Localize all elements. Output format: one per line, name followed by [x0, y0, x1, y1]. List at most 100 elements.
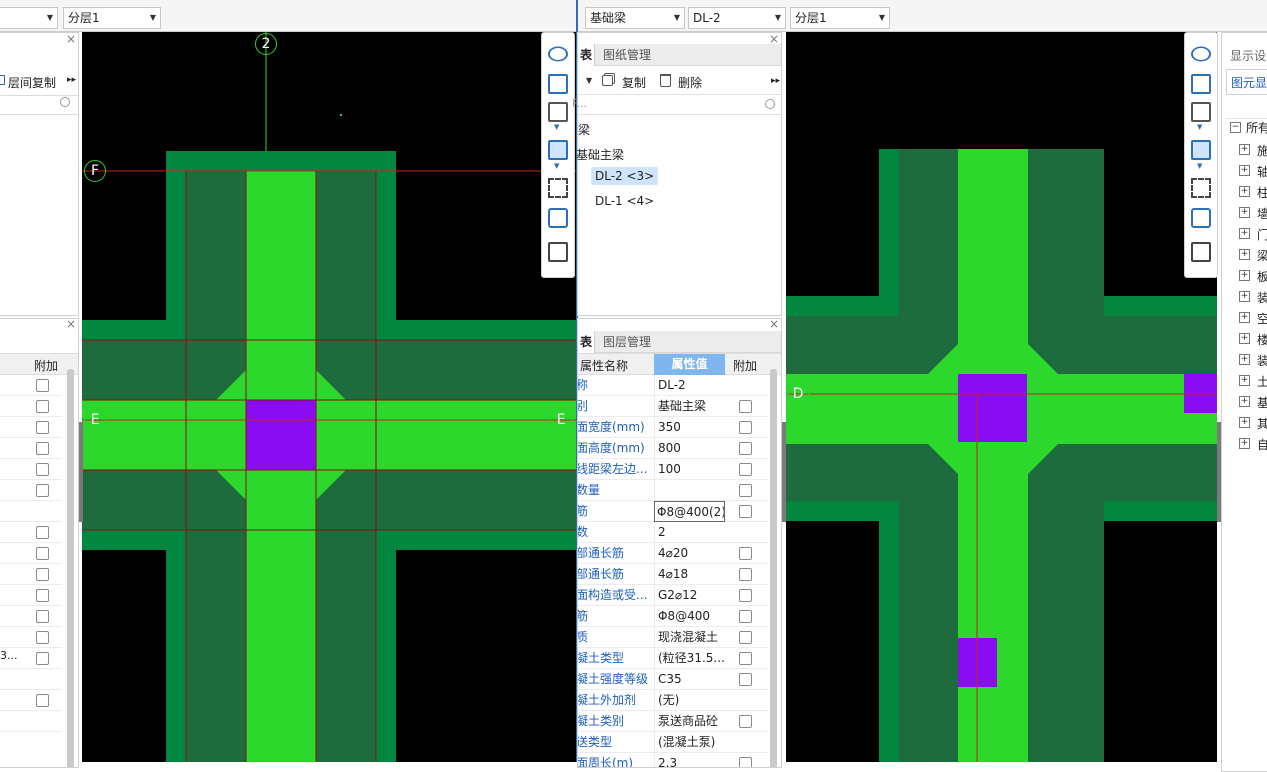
- property-value[interactable]: DL-2: [654, 375, 725, 396]
- 3d-view-icon[interactable]: [1191, 74, 1211, 94]
- tree-item-dl-1[interactable]: DL-1 <4>: [595, 194, 654, 208]
- display-tree-item[interactable]: 土: [1257, 373, 1267, 390]
- display-tree-item[interactable]: 轴: [1257, 163, 1267, 180]
- property-row[interactable]: 面高度(mm) 800: [578, 438, 768, 459]
- dropdown-arrow-icon[interactable]: ▼: [554, 123, 559, 131]
- add-checkbox[interactable]: [36, 694, 49, 707]
- add-checkbox[interactable]: [739, 652, 752, 665]
- property-value[interactable]: [654, 480, 725, 501]
- 3d-view-icon[interactable]: [548, 74, 568, 94]
- tree-item-beam[interactable]: 梁: [578, 121, 590, 138]
- top-view-icon[interactable]: [1191, 102, 1211, 122]
- close-icon[interactable]: ×: [66, 319, 76, 331]
- display-search-input[interactable]: [1226, 99, 1267, 119]
- property-value[interactable]: 100: [654, 459, 725, 480]
- property-row[interactable]: 凝土强度等级 C35: [578, 669, 768, 690]
- delete-button[interactable]: 删除: [678, 74, 702, 91]
- property-row[interactable]: 凝土类别 泵送商品砼: [578, 711, 768, 732]
- add-checkbox[interactable]: [36, 547, 49, 560]
- property-row[interactable]: 称 DL-2: [578, 375, 768, 396]
- property-value[interactable]: 4⌀18: [654, 564, 725, 585]
- add-checkbox[interactable]: [36, 442, 49, 455]
- expand-icon[interactable]: +: [1239, 375, 1250, 386]
- add-checkbox[interactable]: [739, 568, 752, 581]
- expand-icon[interactable]: +: [1239, 312, 1250, 323]
- add-checkbox[interactable]: [739, 631, 752, 644]
- display-tree-item[interactable]: 墙: [1257, 205, 1267, 222]
- display-settings-icon[interactable]: [548, 242, 568, 262]
- display-tree-item[interactable]: 其: [1257, 415, 1267, 432]
- properties-scrollbar[interactable]: [770, 369, 777, 767]
- display-tree-item[interactable]: 梁: [1257, 247, 1267, 264]
- dropdown-arrow-icon[interactable]: ▼: [554, 162, 559, 170]
- display-tree-item[interactable]: 板: [1257, 268, 1267, 285]
- tree-item-foundation-main-beam[interactable]: 基础主梁: [576, 146, 624, 163]
- property-value[interactable]: C35: [654, 669, 725, 690]
- expand-icon[interactable]: +: [1239, 207, 1250, 218]
- display-tree-item[interactable]: 基: [1257, 394, 1267, 411]
- property-row[interactable]: 数2: [578, 522, 768, 543]
- property-value[interactable]: (混凝土泵): [654, 732, 725, 753]
- tab-component-list[interactable]: 表: [578, 44, 595, 66]
- more-icon[interactable]: ▸▸: [67, 75, 76, 85]
- add-checkbox[interactable]: [739, 505, 752, 518]
- orbit-icon[interactable]: [1191, 46, 1211, 62]
- add-checkbox[interactable]: [36, 484, 49, 497]
- collapse-icon[interactable]: −: [1230, 122, 1241, 133]
- top-view-icon[interactable]: [548, 102, 568, 122]
- property-row[interactable]: 面周长(m) 2.3: [578, 753, 768, 767]
- axis-label-d[interactable]: D: [787, 383, 809, 405]
- property-value[interactable]: 2: [654, 522, 725, 543]
- expand-icon[interactable]: +: [1239, 165, 1250, 176]
- copy-between-floors-button[interactable]: 层间复制: [0, 74, 56, 91]
- property-row[interactable]: 数量: [578, 480, 768, 501]
- display-tree-item[interactable]: 柱: [1257, 184, 1267, 201]
- face-view-icon[interactable]: [548, 140, 568, 160]
- expand-icon[interactable]: +: [1239, 333, 1250, 344]
- display-settings-icon[interactable]: [1191, 242, 1211, 262]
- property-value[interactable]: 2.3: [654, 753, 725, 767]
- dropdown-arrow-icon[interactable]: ▼: [1197, 162, 1202, 170]
- tab-drawing-management[interactable]: 图纸管理: [594, 44, 659, 66]
- search-icon[interactable]: [60, 97, 70, 107]
- property-value[interactable]: 基础主梁: [654, 396, 725, 417]
- add-checkbox[interactable]: [36, 652, 49, 665]
- add-checkbox[interactable]: [36, 379, 49, 392]
- axis-label-e-right[interactable]: E: [550, 409, 572, 431]
- add-checkbox[interactable]: [739, 757, 752, 767]
- property-value[interactable]: 800: [654, 438, 725, 459]
- property-value[interactable]: 泵送商品砼: [654, 711, 725, 732]
- tab-element-display[interactable]: 图元显: [1226, 69, 1267, 95]
- dropdown-arrow-icon[interactable]: ▼: [586, 76, 592, 85]
- category-select[interactable]: 基础梁 ▼: [585, 7, 685, 29]
- splitter-handle[interactable]: [79, 422, 83, 522]
- property-row[interactable]: 凝土类型 (粒径31.5...: [578, 648, 768, 669]
- tree-root-all[interactable]: 所有: [1246, 119, 1267, 136]
- add-checkbox[interactable]: [36, 610, 49, 623]
- add-checkbox[interactable]: [739, 442, 752, 455]
- property-row[interactable]: 面构造或受... G2⌀12: [578, 585, 768, 606]
- add-checkbox[interactable]: [36, 631, 49, 644]
- property-value[interactable]: Φ8@400: [654, 606, 725, 627]
- property-row[interactable]: 部通长筋 4⌀18: [578, 564, 768, 585]
- expand-icon[interactable]: +: [1239, 186, 1250, 197]
- add-checkbox[interactable]: [739, 547, 752, 560]
- search-icon[interactable]: [765, 99, 775, 109]
- add-checkbox[interactable]: [739, 673, 752, 686]
- left-floor-select[interactable]: 分层1 ▼: [63, 7, 161, 29]
- property-row[interactable]: 凝土外加剂 (无): [578, 690, 768, 711]
- axis-label-e-left[interactable]: E: [84, 409, 106, 431]
- add-checkbox[interactable]: [739, 484, 752, 497]
- tab-properties[interactable]: 表: [578, 331, 595, 353]
- right-floor-select[interactable]: 分层1 ▼: [790, 7, 890, 29]
- left-drawing-canvas[interactable]: 2 F E E: [82, 32, 576, 762]
- property-row[interactable]: 面宽度(mm) 350: [578, 417, 768, 438]
- expand-icon[interactable]: +: [1239, 417, 1250, 428]
- add-checkbox[interactable]: [36, 463, 49, 476]
- right-drawing-canvas[interactable]: D: [786, 32, 1217, 762]
- display-tree-item[interactable]: 施: [1257, 142, 1267, 159]
- add-checkbox[interactable]: [36, 421, 49, 434]
- box-select-icon[interactable]: [1191, 208, 1211, 228]
- expand-icon[interactable]: +: [1239, 396, 1250, 407]
- property-row[interactable]: 线距梁左边... 100: [578, 459, 768, 480]
